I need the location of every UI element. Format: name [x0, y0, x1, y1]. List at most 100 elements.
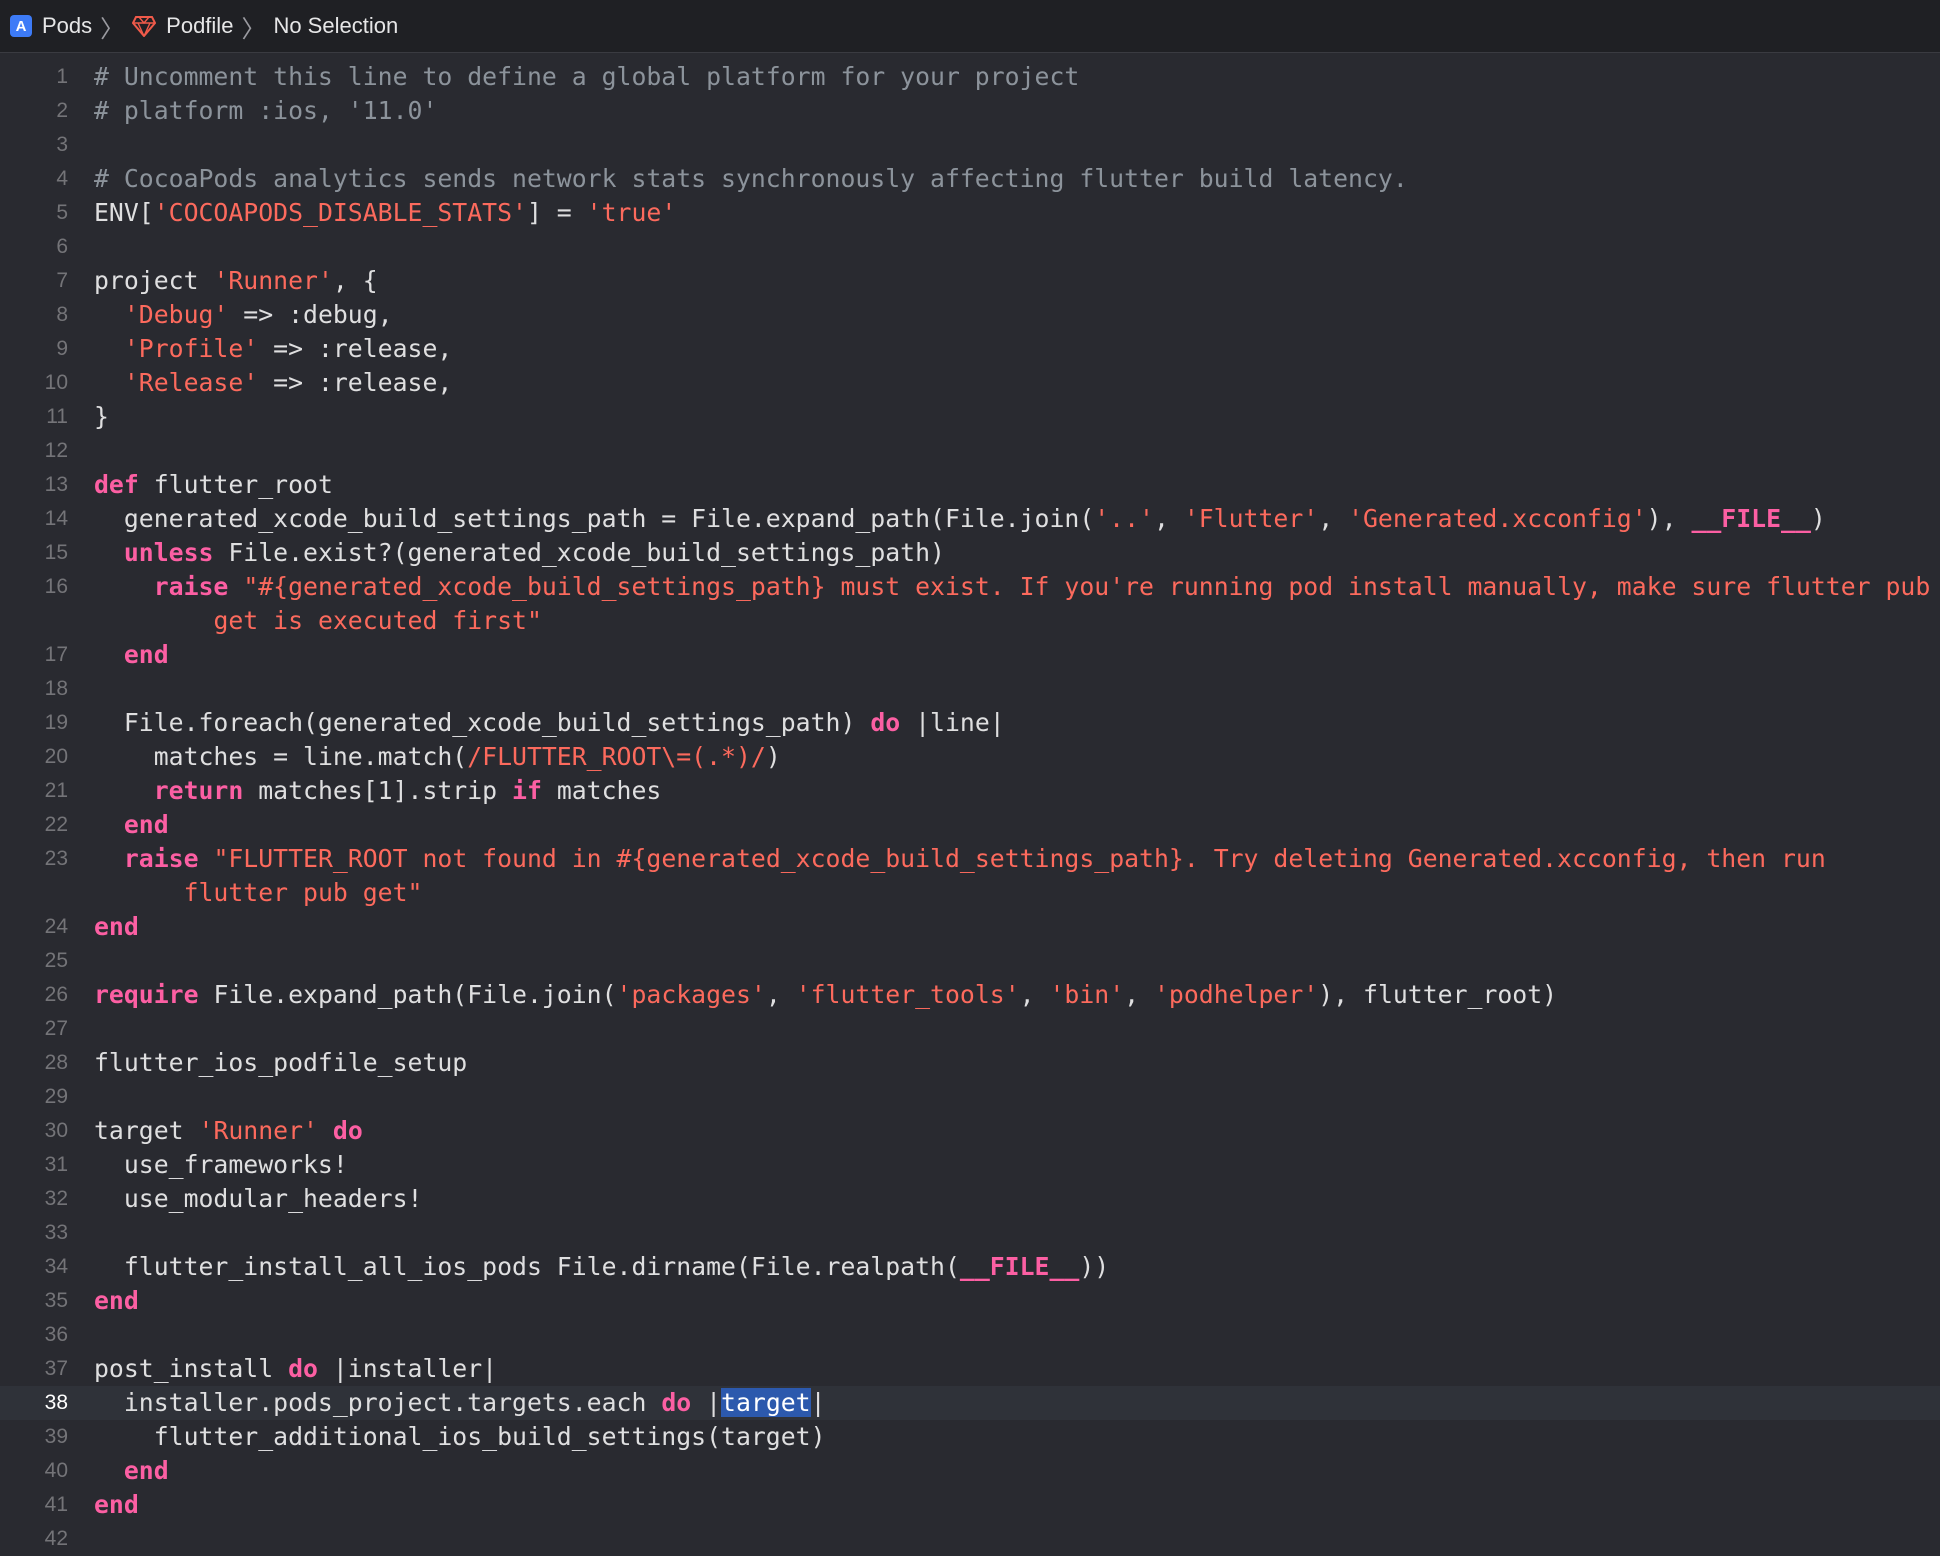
code-line[interactable]: 29: [0, 1080, 1940, 1114]
code-line[interactable]: 4 # CocoaPods analytics sends network sta…: [0, 162, 1940, 196]
code-text: installer.pods_project.targets.each: [94, 1388, 662, 1417]
code-line[interactable]: 22 end: [0, 808, 1940, 842]
wrapped-continuation: flutter pub get": [94, 876, 1940, 910]
code-text: }: [94, 402, 109, 431]
code-line[interactable]: 6: [0, 230, 1940, 264]
code-line[interactable]: 23 raise "FLUTTER_ROOT not found in #{ge…: [0, 842, 1940, 910]
code-line[interactable]: 41 end: [0, 1488, 1940, 1522]
code-string: "FLUTTER_ROOT not found in #{generated_x…: [213, 844, 1826, 873]
code-text: ),: [1646, 504, 1692, 533]
code-line[interactable]: 8 'Debug' => :debug,: [0, 298, 1940, 332]
code-content: File.foreach(generated_xcode_build_setti…: [94, 706, 1940, 740]
code-content: 'Profile' => :release,: [94, 332, 1940, 366]
code-text: flutter_root: [138, 470, 333, 499]
code-text: post_install: [94, 1354, 289, 1383]
chevron-right-icon: 〉: [100, 15, 125, 43]
code-keyword: end: [123, 1456, 169, 1485]
code-line[interactable]: 21 return matches[1].strip if matches: [0, 774, 1940, 808]
code-text: => :release,: [258, 334, 453, 363]
code-string: 'COCOAPODS_DISABLE_STATS': [153, 198, 527, 227]
code-content: raise "FLUTTER_ROOT not found in #{gener…: [94, 842, 1940, 910]
code-content: ENV['COCOAPODS_DISABLE_STATS'] = 'true': [94, 196, 1940, 230]
code-string: 'flutter_tools': [795, 980, 1020, 1009]
code-keyword: do: [661, 1388, 692, 1417]
code-editor[interactable]: 1 # Uncomment this line to define a globa…: [0, 53, 1940, 1556]
code-string: 'Flutter': [1183, 504, 1319, 533]
line-number: 4: [56, 167, 68, 190]
code-line[interactable]: 28 flutter_ios_podfile_setup: [0, 1046, 1940, 1080]
code-string: 'Generated.xcconfig': [1348, 504, 1647, 533]
code-line[interactable]: 32 use_modular_headers!: [0, 1182, 1940, 1216]
wrapped-continuation: get is executed first": [94, 604, 1940, 638]
code-line[interactable]: 2 # platform :ios, '11.0': [0, 94, 1940, 128]
code-line[interactable]: 11}: [0, 400, 1940, 434]
code-line[interactable]: 1 # Uncomment this line to define a globa…: [0, 60, 1940, 94]
code-text: File.exist?(generated_xcode_build_settin…: [213, 538, 945, 567]
code-line[interactable]: 20 matches = line.match(/FLUTTER_ROOT\=(…: [0, 740, 1940, 774]
code-text: => :debug,: [228, 300, 393, 329]
code-string: 'Runner': [213, 266, 333, 295]
code-line[interactable]: 14 generated_xcode_build_settings_path =…: [0, 502, 1940, 536]
line-number: 24: [44, 915, 68, 938]
breadcrumb-podfile[interactable]: Podfile: [132, 13, 233, 39]
code-line[interactable]: 17 end: [0, 638, 1940, 672]
code-content: generated_xcode_build_settings_path = Fi…: [94, 502, 1940, 536]
code-text: matches = line.match(: [94, 742, 468, 771]
code-line[interactable]: 30 target 'Runner' do: [0, 1114, 1940, 1148]
code-string: 'true': [586, 198, 677, 227]
code-text: ,: [1019, 980, 1050, 1009]
code-line[interactable]: 27: [0, 1012, 1940, 1046]
code-text: ,: [765, 980, 796, 1009]
code-text: File.expand_path(File.join(: [198, 980, 617, 1009]
code-line[interactable]: 7 project 'Runner', {: [0, 264, 1940, 298]
code-line[interactable]: 42: [0, 1522, 1940, 1556]
code-content: flutter_additional_ios_build_settings(ta…: [94, 1420, 1940, 1454]
line-number: 37: [44, 1357, 68, 1380]
breadcrumb-pods[interactable]: A Pods: [10, 13, 92, 39]
code-content: use_frameworks!: [94, 1148, 1940, 1182]
line-number: 1: [56, 65, 68, 88]
code-line[interactable]: 16 raise "#{generated_xcode_build_settin…: [0, 570, 1940, 638]
code-text: ENV[: [94, 198, 154, 227]
code-line[interactable]: 37 post_install do |installer|: [0, 1352, 1940, 1386]
code-line[interactable]: 19 File.foreach(generated_xcode_build_se…: [0, 706, 1940, 740]
code-line[interactable]: 33: [0, 1216, 1940, 1250]
breadcrumb-no-selection[interactable]: No Selection: [273, 13, 398, 39]
code-line[interactable]: 3: [0, 128, 1940, 162]
code-line[interactable]: 26 require File.expand_path(File.join('pa…: [0, 978, 1940, 1012]
code-content: installer.pods_project.targets.each do |…: [94, 1386, 1940, 1420]
line-number: 20: [44, 745, 68, 768]
code-line[interactable]: 38 installer.pods_project.targets.each d…: [0, 1386, 1940, 1420]
line-number: 27: [44, 1017, 68, 1040]
code-line[interactable]: 39 flutter_additional_ios_build_settings…: [0, 1420, 1940, 1454]
line-number: 7: [56, 269, 68, 292]
code-keyword: do: [332, 1116, 363, 1145]
code-text: matches: [541, 776, 662, 805]
code-line[interactable]: 31 use_frameworks!: [0, 1148, 1940, 1182]
code-line[interactable]: 9 'Profile' => :release,: [0, 332, 1940, 366]
code-line[interactable]: 10 'Release' => :release,: [0, 366, 1940, 400]
code-line[interactable]: 15 unless File.exist?(generated_xcode_bu…: [0, 536, 1940, 570]
code-line[interactable]: 34 flutter_install_all_ios_pods File.dir…: [0, 1250, 1940, 1284]
code-line[interactable]: 25: [0, 944, 1940, 978]
code-line[interactable]: 18: [0, 672, 1940, 706]
code-line[interactable]: 13 def flutter_root: [0, 468, 1940, 502]
code-text: use_modular_headers!: [94, 1184, 423, 1213]
code-line[interactable]: 40 end: [0, 1454, 1940, 1488]
code-line[interactable]: 24 end: [0, 910, 1940, 944]
line-number: 11: [46, 405, 68, 428]
code-content: # platform :ios, '11.0': [94, 94, 1940, 128]
line-number: 22: [44, 813, 68, 836]
code-line[interactable]: 36: [0, 1318, 1940, 1352]
code-content: unless File.exist?(generated_xcode_build…: [94, 536, 1940, 570]
line-number: 42: [44, 1527, 68, 1550]
code-content: end: [94, 638, 1940, 672]
code-line[interactable]: 5 ENV['COCOAPODS_DISABLE_STATS'] = 'true': [0, 196, 1940, 230]
code-line[interactable]: 12: [0, 434, 1940, 468]
code-text: matches[1].strip: [243, 776, 513, 805]
code-line[interactable]: 35 end: [0, 1284, 1940, 1318]
code-text: )): [1079, 1252, 1110, 1281]
